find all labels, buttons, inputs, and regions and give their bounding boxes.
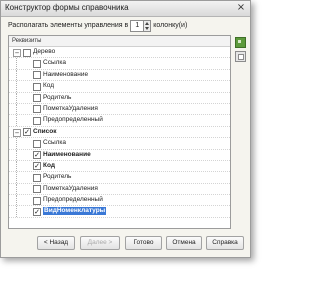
tree-connector-line [16, 138, 17, 149]
tree-item-row[interactable]: Родитель [9, 172, 230, 184]
item-checkbox[interactable] [33, 116, 41, 125]
tree-item-row[interactable]: ✓ ВидНоменклатуры [9, 206, 230, 218]
tree-item-row[interactable]: Наименование [9, 69, 230, 82]
item-checkbox[interactable]: ✓ [33, 207, 41, 216]
tree-item-row[interactable]: Родитель [9, 92, 230, 104]
item-checkbox[interactable] [33, 173, 41, 182]
tree-group-row[interactable]: − Дерево [9, 47, 230, 59]
tree-connector-line [16, 172, 17, 183]
item-label: Предопределенный [43, 196, 103, 204]
tree-connector-line [16, 183, 17, 195]
item-label: Ссылка [43, 59, 67, 67]
item-checkbox[interactable] [33, 94, 41, 103]
tree-item-row[interactable]: ✓ Наименование [9, 149, 230, 161]
item-checkbox[interactable]: ✓ [33, 162, 41, 171]
tree-item-row[interactable]: Предопределенный [9, 195, 230, 207]
group-label: Дерево [33, 48, 56, 55]
tree-connector-line [16, 206, 17, 217]
tree-item-row[interactable]: Ссылка [9, 138, 230, 150]
done-button[interactable]: Готово [125, 236, 162, 250]
collapse-toggle-icon[interactable]: − [13, 128, 21, 137]
item-checkbox[interactable]: ✓ [33, 151, 41, 160]
item-checkbox[interactable] [33, 105, 41, 114]
columns-spinner[interactable] [144, 19, 152, 32]
item-label: ВидНоменклатуры [43, 207, 107, 216]
tree-connector-line [16, 149, 17, 160]
placement-suffix-label: колонку(и) [153, 22, 188, 29]
item-checkbox[interactable] [33, 185, 41, 194]
item-label: Наименование [43, 70, 89, 78]
tree-body: − Дерево Ссылка Наименование Код Родитель Поме… [9, 47, 230, 218]
item-label: Предопределенный [43, 116, 103, 124]
tree-item-row[interactable]: Код [9, 81, 230, 93]
tree-item-row[interactable]: Ссылка [9, 58, 230, 70]
item-label: Родитель [43, 173, 72, 181]
group-checkbox[interactable] [23, 48, 31, 57]
item-label: Родитель [43, 93, 72, 101]
cancel-button[interactable]: Отмена [166, 236, 202, 250]
back-button[interactable]: < Назад [37, 236, 75, 250]
tree-item-row[interactable]: ПометкаУдаления [9, 103, 230, 116]
item-label: ПометкаУдаления [43, 104, 98, 112]
columns-placement-row: Располагать элементы управления в 1 коло… [8, 19, 187, 32]
item-checkbox[interactable] [33, 139, 41, 148]
tree-connector-line [16, 103, 17, 115]
tree-connector-line [16, 69, 17, 81]
tree-connector-line [16, 115, 17, 126]
dialog-buttons: < Назад Далее > Готово Отмена Справка [1, 236, 250, 250]
settings-icon[interactable] [235, 37, 246, 48]
tree-item-row[interactable]: Предопределенный [9, 115, 230, 127]
tree-item-row[interactable]: ПометкаУдаления [9, 183, 230, 196]
item-checkbox[interactable] [33, 196, 41, 205]
item-checkbox[interactable] [33, 82, 41, 91]
item-label: Ссылка [43, 139, 67, 147]
attributes-tree: Реквизиты − Дерево Ссылка Наименование Код Ро… [8, 35, 231, 229]
placement-prefix-label: Располагать элементы управления в [8, 22, 129, 29]
copy-icon[interactable] [235, 51, 246, 62]
group-label: Список [33, 127, 57, 135]
tree-header: Реквизиты [9, 36, 230, 47]
item-label: Наименование [43, 150, 91, 158]
window-title: Конструктор формы справочника [5, 3, 129, 12]
tree-connector-line [16, 81, 17, 92]
item-label: Код [43, 161, 55, 169]
collapse-toggle-icon[interactable]: − [13, 49, 21, 57]
title-bar: Конструктор формы справочника × [1, 1, 250, 17]
item-label: Код [43, 82, 55, 90]
item-checkbox[interactable] [33, 71, 41, 80]
tree-connector-line [16, 92, 17, 103]
columns-count-input[interactable]: 1 [130, 19, 145, 32]
tree-connector-line [16, 195, 17, 206]
tree-toolbar [235, 37, 246, 65]
item-label: ПометкаУдаления [43, 184, 98, 192]
group-checkbox[interactable]: ✓ [23, 128, 31, 137]
close-icon[interactable]: × [235, 2, 247, 14]
next-button[interactable]: Далее > [80, 236, 120, 250]
tree-item-row[interactable]: ✓ Код [9, 160, 230, 173]
tree-connector-line [16, 58, 17, 69]
form-constructor-window: Конструктор формы справочника × Располаг… [0, 0, 251, 258]
tree-group-row[interactable]: − ✓ Список [9, 127, 230, 139]
tree-connector-line [16, 160, 17, 172]
help-button[interactable]: Справка [206, 236, 244, 250]
item-checkbox[interactable] [33, 59, 41, 68]
